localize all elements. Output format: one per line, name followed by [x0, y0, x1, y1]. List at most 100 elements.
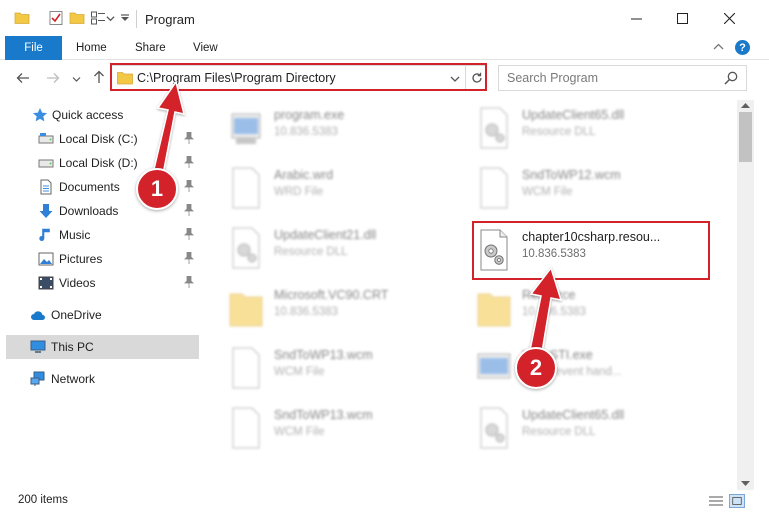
sidebar-item-onedrive[interactable]: OneDrive [0, 303, 200, 327]
file-item[interactable]: UpdateClient65.dll Resource DLL [476, 100, 706, 156]
forward-arrow-icon[interactable] [46, 71, 60, 85]
document-file-icon [232, 167, 260, 209]
search-box[interactable] [498, 65, 747, 91]
help-icon[interactable]: ? [735, 40, 750, 55]
tab-share[interactable]: Share [135, 36, 166, 60]
search-input[interactable] [499, 66, 719, 90]
documents-icon [40, 179, 52, 195]
sidebar-item-pictures[interactable]: Pictures [0, 247, 200, 271]
back-arrow-icon[interactable] [16, 71, 30, 85]
recent-locations-icon[interactable] [72, 75, 81, 84]
sidebar-item-label: Music [59, 228, 91, 242]
file-item[interactable]: SndToWP12.wcm WCM File [476, 160, 706, 216]
sidebar-item-videos[interactable]: Videos [0, 271, 200, 295]
title-bar: Program [0, 0, 769, 36]
dll-file-icon [480, 229, 508, 271]
exe-file-icon [231, 113, 261, 144]
explorer-window: Program File Home Share View ? C:\Progra… [0, 0, 769, 530]
tab-view[interactable]: View [193, 36, 218, 60]
sidebar-item-this-pc[interactable]: This PC [6, 335, 199, 359]
sidebar-item-label: OneDrive [51, 308, 102, 322]
pin-icon[interactable] [184, 180, 194, 192]
drive-icon [38, 159, 54, 168]
file-item[interactable]: program.exe 10.836.5383 [228, 100, 458, 156]
address-bar[interactable]: C:\Program Files\Program Directory [110, 65, 487, 91]
search-icon[interactable] [723, 70, 739, 86]
file-name: chapter10csharp.resou... [522, 230, 661, 244]
sidebar-item-label: Downloads [59, 204, 119, 218]
sidebar-item-label: Local Disk (C:) [59, 132, 138, 146]
sidebar-item-local-disk-d[interactable]: Local Disk (D:) [0, 151, 200, 175]
music-icon [39, 228, 50, 241]
file-detail: WCM File [522, 186, 573, 198]
document-file-icon [480, 167, 508, 209]
status-bar: 200 items [0, 490, 769, 530]
pin-icon[interactable] [184, 252, 194, 264]
sidebar-item-label: Videos [59, 276, 96, 290]
file-item-highlighted[interactable]: chapter10csharp.resou... 10.836.5383 [476, 222, 706, 278]
expand-ribbon-icon[interactable] [713, 42, 724, 53]
close-button[interactable] [706, 0, 752, 36]
sidebar-item-network[interactable]: Network [0, 367, 200, 391]
tab-file[interactable]: File [5, 36, 62, 60]
tab-home[interactable]: Home [76, 36, 107, 60]
file-item[interactable]: Microsoft.VC90.CRT 10.836.5383 [228, 280, 458, 336]
pin-icon[interactable] [184, 228, 194, 240]
file-item[interactable]: UpdateClient65.dll Resource DLL [476, 400, 706, 456]
pin-icon[interactable] [184, 204, 194, 216]
sidebar-item-music[interactable]: Music [0, 223, 200, 247]
scrollbar-thumb[interactable] [739, 112, 752, 162]
file-name: SndToWP12.wcm [522, 168, 621, 182]
pin-icon[interactable] [184, 156, 194, 168]
scroll-down-icon[interactable] [741, 480, 750, 487]
large-icons-view-icon[interactable] [729, 494, 745, 508]
file-name: UpdateClient65.dll [522, 108, 625, 122]
videos-icon [38, 276, 54, 290]
sidebar-item-quick-access[interactable]: Quick access [0, 103, 200, 127]
file-item[interactable]: Arabic.wrd WRD File [228, 160, 458, 216]
cloud-icon [31, 311, 45, 320]
file-detail: 10.836.5383 [522, 306, 586, 318]
file-detail: Resource DLL [274, 246, 348, 258]
pin-icon[interactable] [184, 276, 194, 288]
file-detail: Resource DLL [522, 426, 596, 438]
file-item[interactable]: KeyySTI.exe KT ok event hand... [476, 340, 706, 396]
network-icon [30, 371, 45, 386]
minimize-icon [630, 18, 642, 19]
file-item[interactable]: SndToWP13.wcm WCM File [228, 400, 458, 456]
file-item[interactable]: UpdateClient21.dll Resource DLL [228, 220, 458, 276]
maximize-button[interactable] [659, 0, 705, 36]
sidebar-item-label: This PC [51, 340, 94, 354]
customize-toolbar-icon[interactable] [120, 13, 130, 23]
chevron-down-icon[interactable] [450, 72, 460, 86]
folder-icon [229, 293, 263, 327]
file-item[interactable]: SndToWP13.wcm WCM File [228, 340, 458, 396]
dll-file-icon [232, 227, 260, 269]
file-name: SndToWP13.wcm [274, 348, 373, 362]
file-item[interactable]: Resource 10.836.5383 [476, 280, 706, 336]
folder-icon [477, 293, 511, 327]
exe-file-icon [477, 353, 511, 379]
vertical-scrollbar[interactable] [737, 100, 754, 490]
properties-icon[interactable] [48, 10, 64, 26]
minimize-button[interactable] [613, 0, 659, 36]
sidebar-item-label: Network [51, 372, 96, 386]
new-folder-icon[interactable] [69, 10, 85, 26]
details-view-icon[interactable] [708, 494, 724, 508]
scroll-up-icon[interactable] [741, 102, 750, 109]
file-name: program.exe [274, 108, 345, 122]
address-path[interactable]: C:\Program Files\Program Directory [137, 71, 336, 85]
close-icon [723, 12, 735, 24]
refresh-button[interactable] [465, 66, 487, 90]
sidebar-item-label: Quick access [52, 108, 124, 122]
document-file-icon [232, 347, 260, 389]
file-detail: WRD File [274, 186, 324, 198]
pin-icon[interactable] [184, 132, 194, 144]
up-arrow-icon[interactable] [92, 70, 106, 84]
view-options-icon[interactable] [90, 10, 106, 26]
sidebar-item-local-disk-c[interactable]: Local Disk (C:) [0, 127, 200, 151]
navigation-bar: C:\Program Files\Program Directory [0, 60, 769, 96]
folder-icon[interactable] [14, 10, 30, 26]
file-list: program.exe 10.836.5383 Arabic.wrd WRD F… [200, 100, 737, 490]
chevron-down-icon[interactable] [106, 14, 115, 23]
